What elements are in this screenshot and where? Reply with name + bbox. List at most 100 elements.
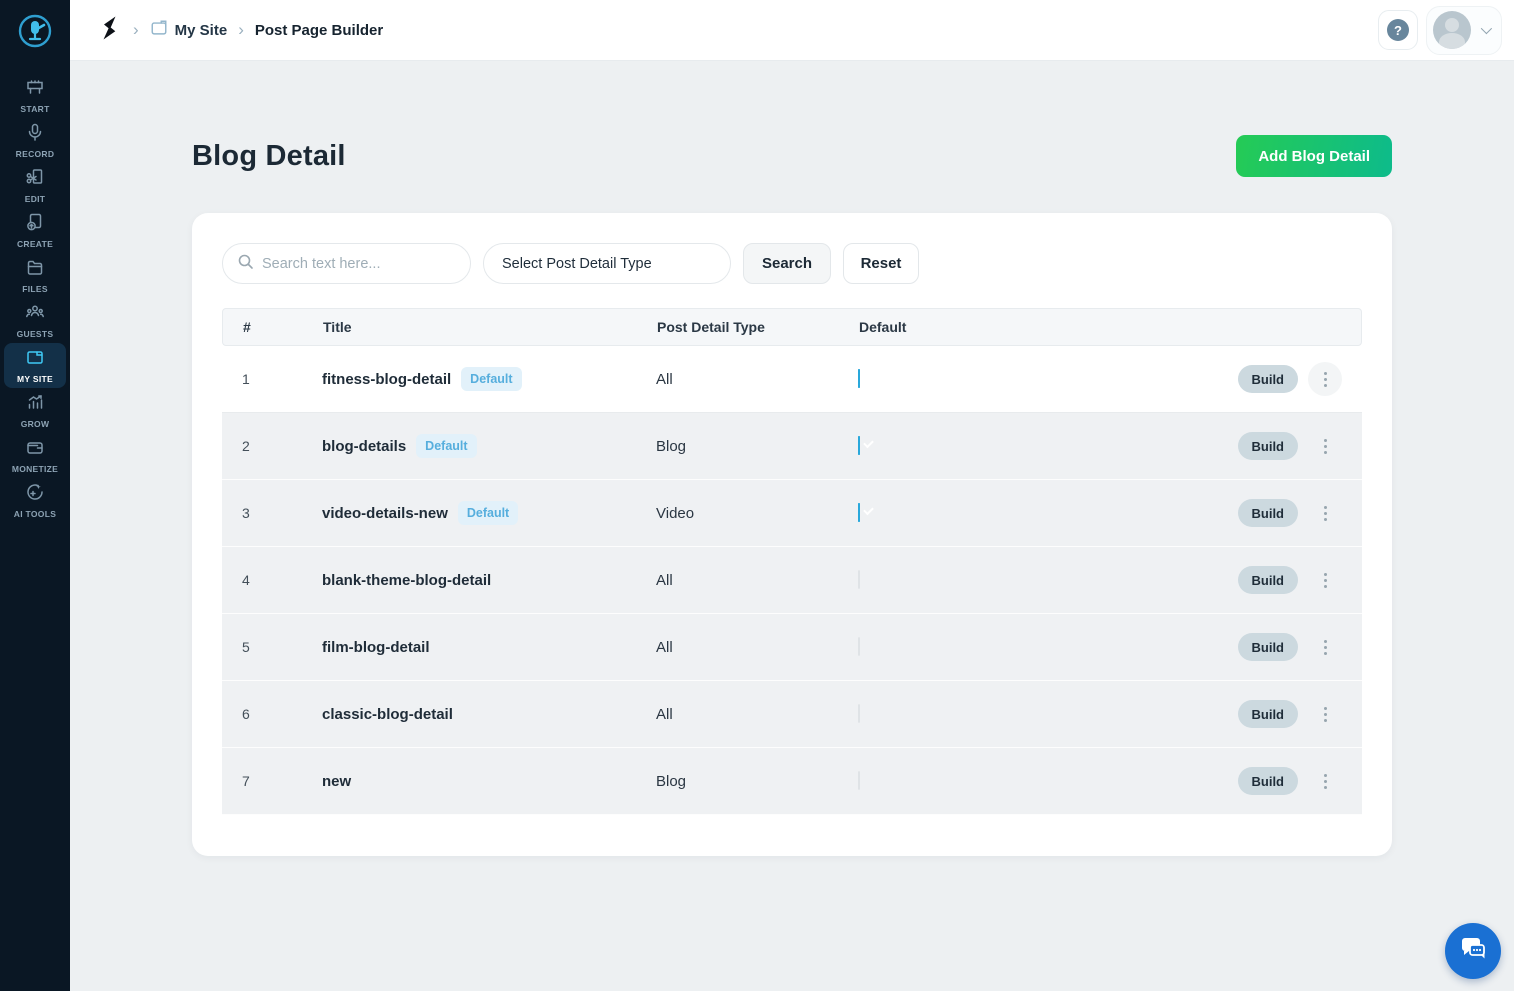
edit-icon [25,167,45,192]
default-checkbox[interactable] [858,436,860,455]
add-blog-detail-button[interactable]: Add Blog Detail [1236,135,1392,177]
select-value: Select Post Detail Type [502,256,652,272]
avatar [1433,11,1471,49]
row-title: film-blog-detail [322,639,430,656]
account-menu[interactable] [1426,6,1502,55]
table-row: 4 blank-theme-blog-detail All Build [222,547,1362,614]
podcast-mic-logo-icon [13,9,57,53]
sidebar-item-grow[interactable]: GROW [4,388,66,433]
sidebar-item-edit[interactable]: EDIT [4,163,66,208]
site-logo-icon[interactable] [98,15,122,46]
row-number: 7 [242,773,322,789]
sidebar-item-label: RECORD [16,149,55,159]
chat-bubbles-icon [1458,934,1488,969]
breadcrumb: › My Site › Post Page Builder [98,15,383,46]
sidebar-item-create[interactable]: CREATE [4,208,66,253]
sidebar-item-start[interactable]: START [4,73,66,118]
start-icon [25,77,45,102]
column-header-default: Default [859,319,1211,335]
default-checkbox[interactable] [858,369,860,388]
files-icon [25,257,45,282]
blog-detail-card: Select Post Detail Type Search Reset # T… [192,213,1392,856]
build-button[interactable]: Build [1238,566,1299,594]
breadcrumb-site-label: My Site [175,22,228,39]
sidebar-item-monetize[interactable]: MONETIZE [4,433,66,478]
top-header: › My Site › Post Page Builder ? [70,0,1514,61]
sidebar-item-my-site[interactable]: MY SITE [4,343,66,388]
row-number: 4 [242,572,322,588]
sidebar-item-label: MONETIZE [12,464,58,474]
default-checkbox[interactable] [858,570,860,589]
reset-button[interactable]: Reset [843,243,919,284]
default-badge: Default [461,367,521,391]
build-button[interactable]: Build [1238,365,1299,393]
table-header: # Title Post Detail Type Default [222,308,1362,346]
chevron-right-icon: › [238,21,244,38]
default-checkbox[interactable] [858,704,860,723]
table-row: 2 blog-details Default Blog Build [222,413,1362,480]
search-field[interactable] [222,243,471,284]
default-checkbox[interactable] [858,503,860,522]
build-button[interactable]: Build [1238,633,1299,661]
row-menu-button[interactable] [1308,764,1342,798]
post-detail-type-select[interactable]: Select Post Detail Type [483,243,731,284]
column-header-type: Post Detail Type [657,319,859,335]
search-button[interactable]: Search [743,243,831,284]
row-title: fitness-blog-detail [322,371,451,388]
row-menu-button[interactable] [1308,429,1342,463]
row-title: classic-blog-detail [322,706,453,723]
sidebar-item-files[interactable]: FILES [4,253,66,298]
table-row: 7 new Blog Build [222,748,1362,815]
sidebar-item-label: FILES [22,284,48,294]
row-post-detail-type: Blog [656,438,858,455]
browser-window-icon [150,19,168,41]
sidebar: START RECORD EDIT [0,0,70,991]
chat-widget-button[interactable] [1445,923,1501,979]
row-menu-button[interactable] [1308,697,1342,731]
default-badge: Default [416,434,476,458]
row-number: 1 [242,371,322,387]
sidebar-item-label: START [20,104,49,114]
sidebar-nav: START RECORD EDIT [0,61,70,523]
sidebar-item-label: MY SITE [17,374,53,384]
row-menu-button[interactable] [1308,496,1342,530]
column-header-title: Title [323,319,657,335]
sidebar-item-label: GUESTS [17,329,54,339]
default-badge: Default [458,501,518,525]
row-number: 5 [242,639,322,655]
blog-detail-table: # Title Post Detail Type Default 1 fitne… [222,308,1362,815]
row-menu-button[interactable] [1308,630,1342,664]
sidebar-item-label: CREATE [17,239,53,249]
table-row: 1 fitness-blog-detail Default All Build [222,346,1362,413]
record-icon [25,122,45,147]
row-post-detail-type: All [656,706,858,723]
build-button[interactable]: Build [1238,767,1299,795]
browser-window-icon [25,347,45,372]
sidebar-item-record[interactable]: RECORD [4,118,66,163]
search-input[interactable] [262,256,456,272]
default-checkbox[interactable] [858,771,860,790]
build-button[interactable]: Build [1238,432,1299,460]
wallet-icon [25,437,45,462]
row-post-detail-type: All [656,639,858,656]
row-title: new [322,773,351,790]
row-number: 2 [242,438,322,454]
header-actions: ? [1378,6,1502,55]
build-button[interactable]: Build [1238,499,1299,527]
create-icon [25,212,45,237]
row-number: 3 [242,505,322,521]
row-menu-button[interactable] [1308,362,1342,396]
sidebar-item-guests[interactable]: GUESTS [4,298,66,343]
build-button[interactable]: Build [1238,700,1299,728]
sidebar-item-ai-tools[interactable]: AI TOOLS [4,478,66,523]
sidebar-item-label: EDIT [25,194,46,204]
app-logo[interactable] [0,0,70,61]
chevron-right-icon: › [133,21,139,38]
table-row: 6 classic-blog-detail All Build [222,681,1362,748]
row-menu-button[interactable] [1308,563,1342,597]
breadcrumb-my-site[interactable]: My Site [150,19,228,41]
default-checkbox[interactable] [858,637,860,656]
sidebar-item-label: AI TOOLS [14,509,56,519]
row-post-detail-type: All [656,572,858,589]
help-button[interactable]: ? [1378,10,1418,50]
